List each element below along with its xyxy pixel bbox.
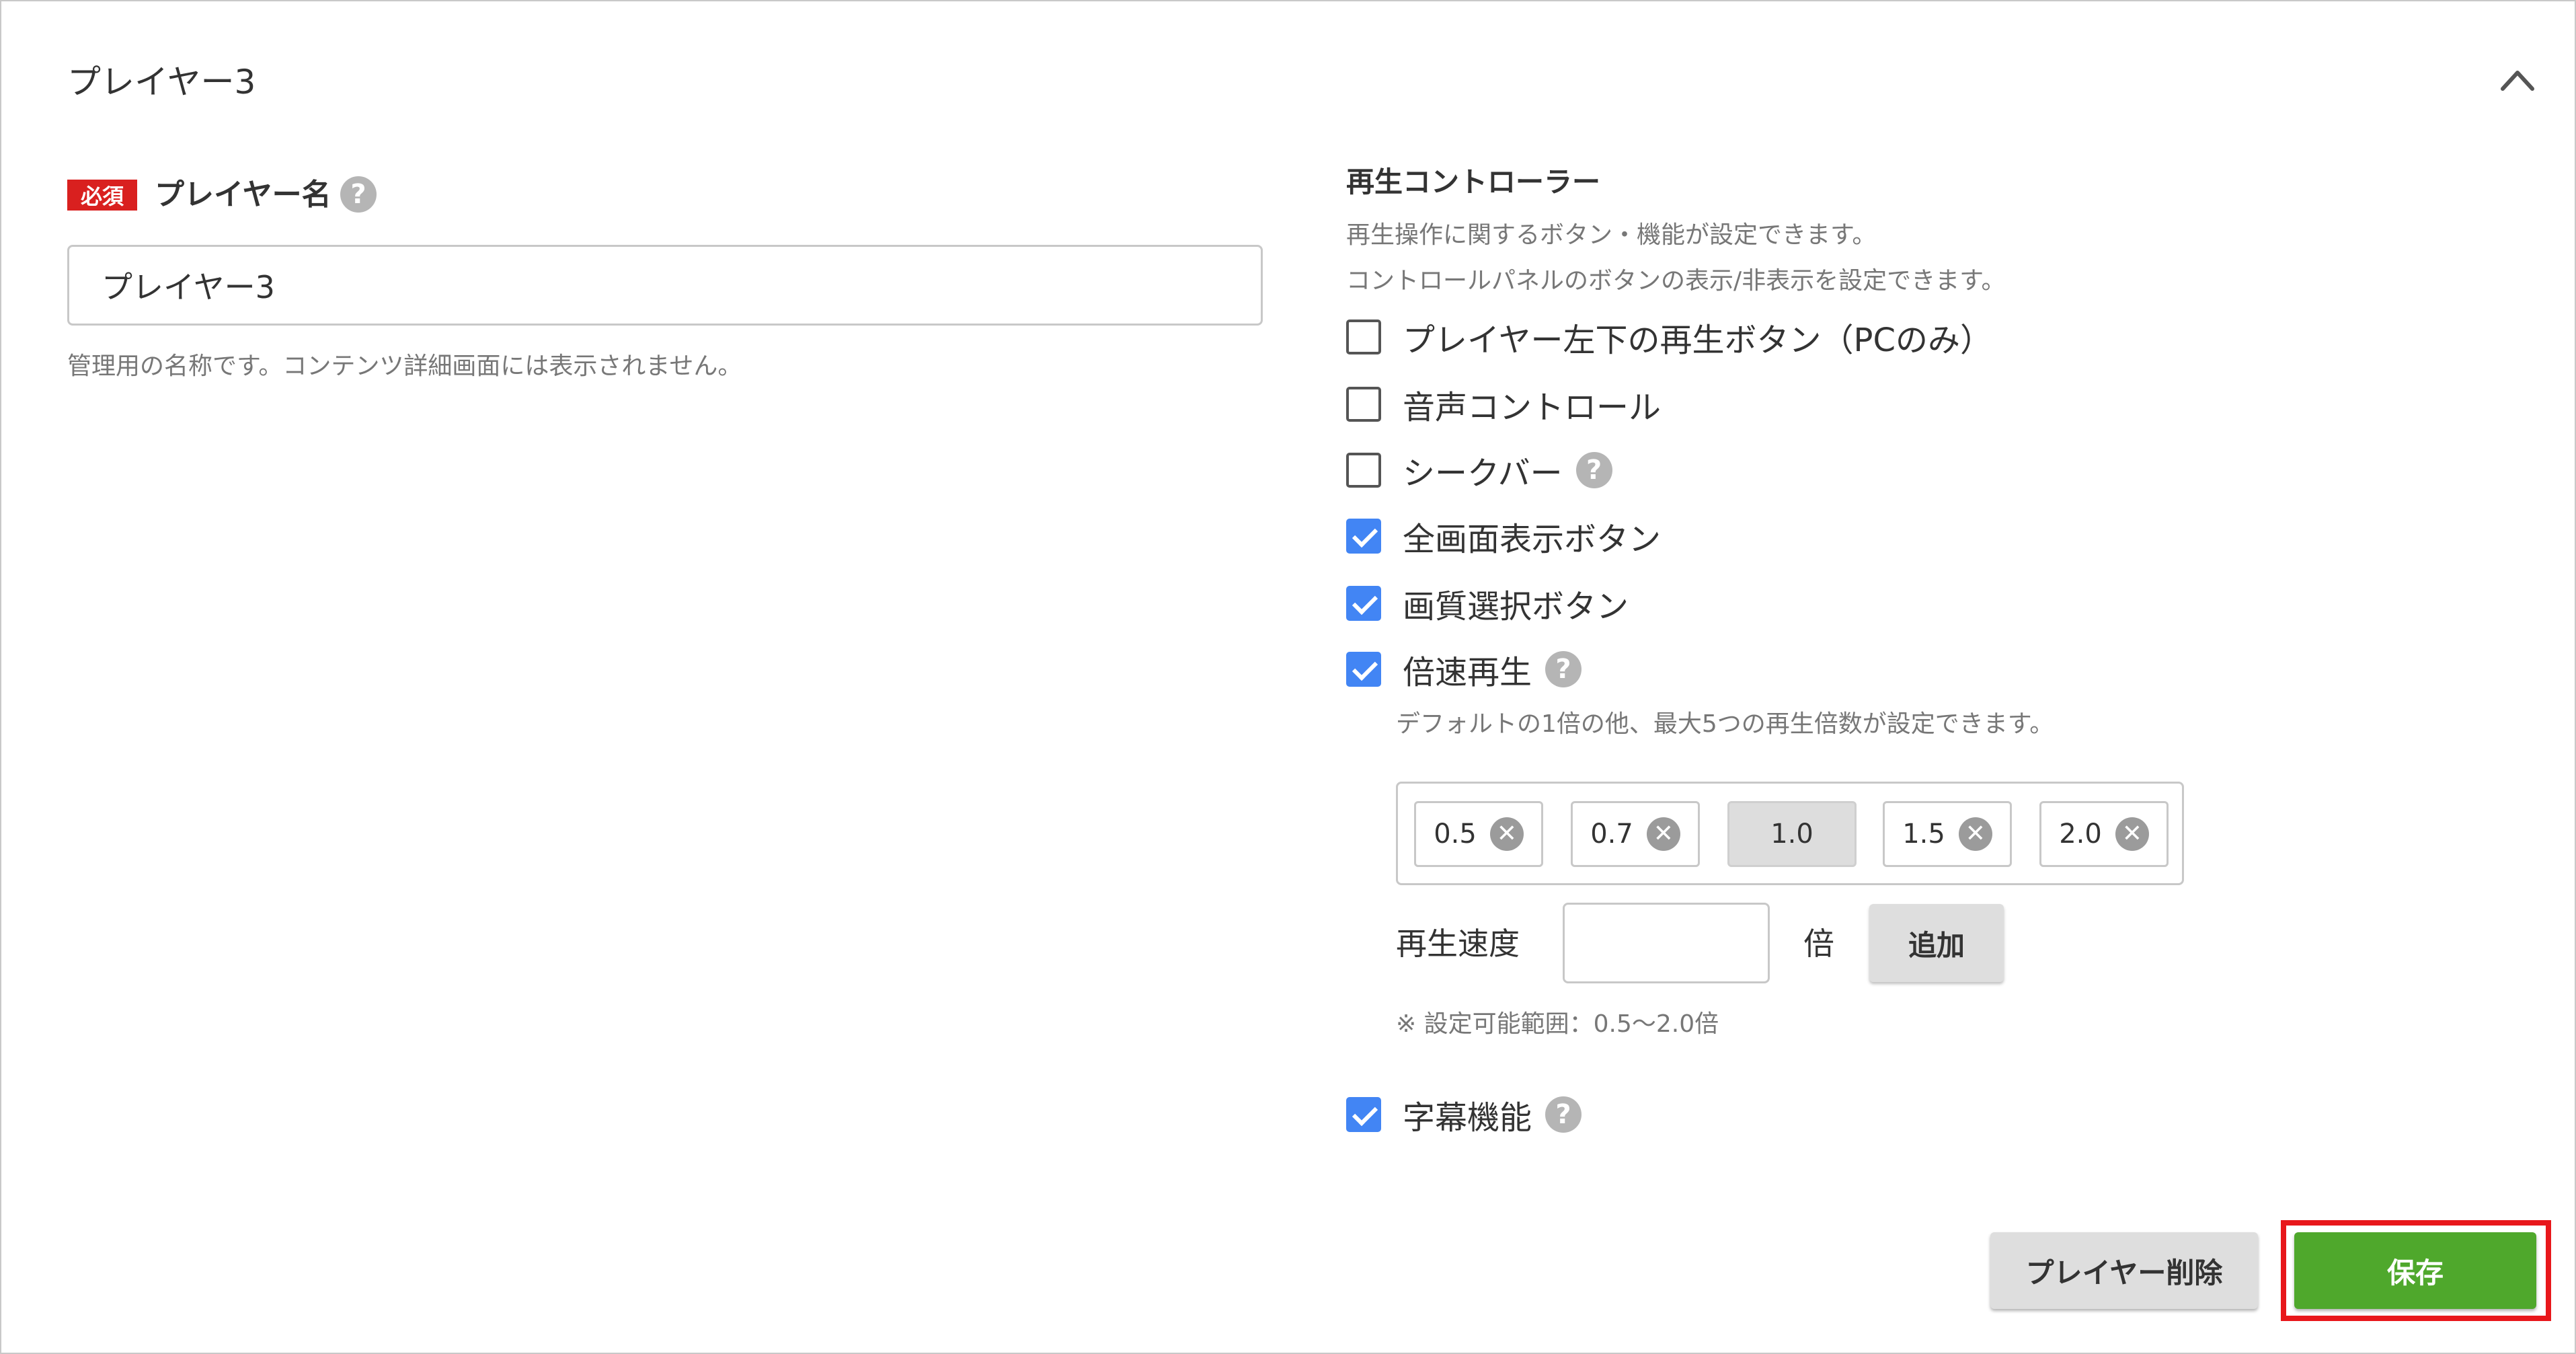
checkbox[interactable] [1346, 319, 1381, 354]
speed-chip-default: 1.0 [1727, 801, 1857, 867]
option-play-button[interactable]: プレイヤー左下の再生ボタン（PCのみ） [1346, 313, 1992, 361]
remove-icon[interactable]: ✕ [2115, 817, 2149, 851]
option-label: 字幕機能 [1403, 1099, 1532, 1137]
speed-chip: 2.0 ✕ [2039, 801, 2169, 867]
option-seek-bar[interactable]: シークバー ? [1346, 447, 1612, 494]
help-icon[interactable]: ? [1575, 452, 1612, 488]
speed-chip-value: 2.0 [2059, 819, 2102, 850]
remove-icon[interactable]: ✕ [1646, 817, 1680, 851]
delete-player-button[interactable]: プレイヤー削除 [1990, 1232, 2258, 1309]
checkbox[interactable] [1346, 387, 1381, 422]
option-fullscreen-button[interactable]: 全画面表示ボタン [1346, 513, 1661, 560]
speed-chip-value: 1.5 [1902, 819, 1945, 850]
option-label: 音声コントロール [1403, 389, 1662, 426]
speed-chip: 0.5 ✕ [1414, 801, 1543, 867]
checkbox[interactable] [1346, 453, 1381, 488]
option-playback-speed[interactable]: 倍速再生 ? [1346, 646, 1582, 693]
speed-chip: 1.5 ✕ [1883, 801, 2012, 867]
controller-description-1: 再生操作に関するボタン・機能が設定できます。 [1346, 221, 1877, 249]
controller-section-title: 再生コントローラー [1346, 165, 1601, 198]
help-icon[interactable]: ? [340, 176, 377, 213]
option-quality-button[interactable]: 画質選択ボタン [1346, 580, 1629, 627]
player-settings-panel: プレイヤー3 必須 プレイヤー名 ? 管理用の名称です。コンテンツ詳細画面には表… [0, 0, 2576, 1354]
speed-description: デフォルトの1倍の他、最大5つの再生倍数が設定できます。 [1396, 710, 2054, 738]
controller-description-2: コントロールパネルのボタンの表示/非表示を設定できます。 [1346, 267, 2006, 295]
save-button[interactable]: 保存 [2294, 1232, 2536, 1309]
help-icon[interactable]: ? [1545, 651, 1582, 687]
required-badge: 必須 [67, 180, 137, 211]
option-label: シークバー [1403, 455, 1563, 492]
speed-input[interactable] [1563, 903, 1770, 983]
speed-chip-value: 0.7 [1590, 819, 1633, 850]
remove-icon[interactable]: ✕ [1958, 817, 1992, 851]
player-name-label: プレイヤー名 [155, 178, 331, 212]
remove-icon[interactable]: ✕ [1489, 817, 1524, 851]
checkbox-checked[interactable] [1346, 1097, 1381, 1132]
add-speed-button[interactable]: 追加 [1869, 904, 2004, 982]
speed-input-label: 再生速度 [1396, 926, 1520, 962]
player-name-hint: 管理用の名称です。コンテンツ詳細画面には表示されません。 [67, 352, 742, 380]
option-label: プレイヤー左下の再生ボタン（PCのみ） [1403, 322, 1993, 359]
checkbox-checked[interactable] [1346, 586, 1381, 621]
option-label: 倍速再生 [1403, 654, 1532, 691]
player-name-input[interactable] [67, 245, 1263, 326]
option-label: 画質選択ボタン [1403, 588, 1629, 626]
speed-chip-value: 0.5 [1434, 819, 1477, 850]
speed-chip-value: 1.0 [1770, 819, 1813, 850]
speed-range-note: ※ 設定可能範囲：0.5〜2.0倍 [1396, 1010, 1719, 1038]
panel-title: プレイヤー3 [67, 63, 256, 102]
speed-chip-list: 0.5 ✕ 0.7 ✕ 1.0 1.5 ✕ 2.0 ✕ [1396, 782, 2184, 885]
option-volume-control[interactable]: 音声コントロール [1346, 381, 1661, 428]
option-label: 全画面表示ボタン [1403, 521, 1662, 558]
option-subtitles[interactable]: 字幕機能 ? [1346, 1091, 1582, 1138]
checkbox-checked[interactable] [1346, 519, 1381, 554]
chevron-up-icon[interactable] [2497, 63, 2538, 97]
speed-unit: 倍 [1803, 926, 1834, 962]
speed-chip: 0.7 ✕ [1571, 801, 1700, 867]
checkbox-checked[interactable] [1346, 652, 1381, 687]
help-icon[interactable]: ? [1545, 1096, 1582, 1133]
